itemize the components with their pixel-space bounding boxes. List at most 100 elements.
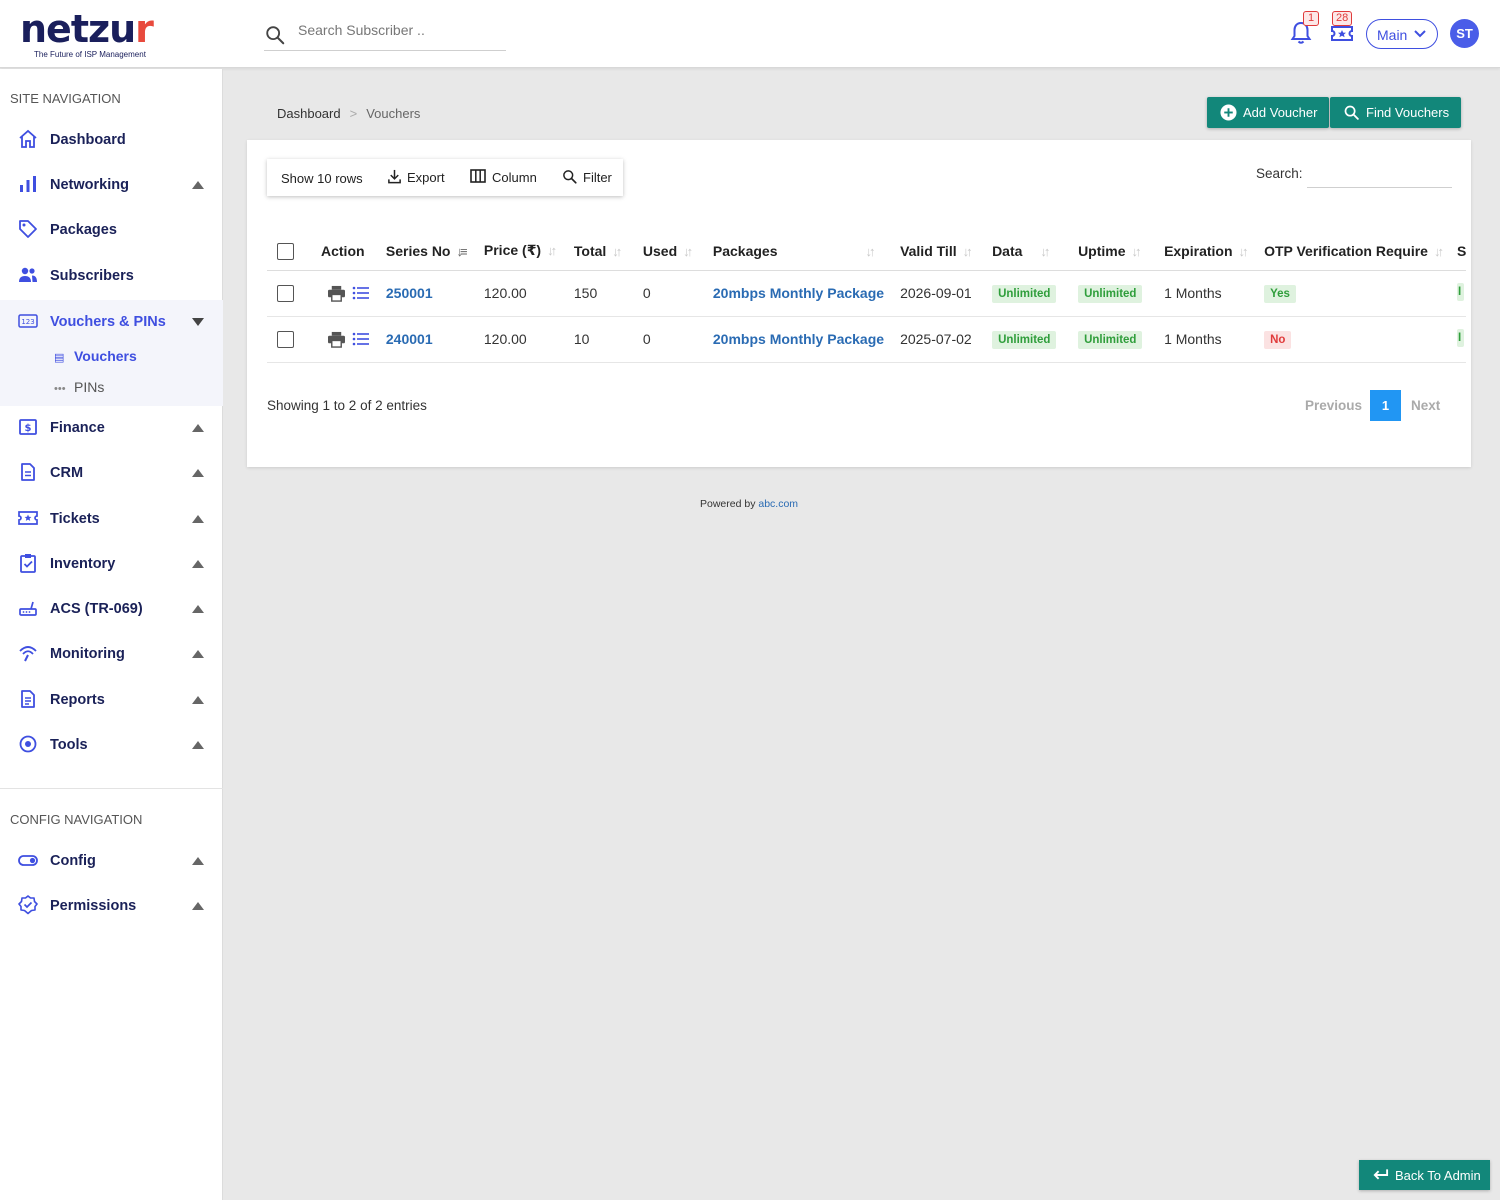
row-checkbox-cell xyxy=(267,316,313,363)
expand-caret-icon xyxy=(192,469,204,477)
location-select[interactable]: Main xyxy=(1366,19,1438,49)
column-header-total[interactable]: Total ↓↑ xyxy=(565,232,635,271)
subscriber-search[interactable] xyxy=(264,20,506,51)
column-button[interactable]: Column xyxy=(470,169,537,185)
sidebar-item-inventory[interactable]: Inventory xyxy=(0,542,223,586)
sidebar-item-reports[interactable]: Reports xyxy=(0,678,223,722)
sort-icon[interactable]: ↓↑ xyxy=(612,244,622,259)
package-link[interactable]: 20mbps Monthly Package xyxy=(704,270,893,317)
powered-by-link[interactable]: abc.com xyxy=(758,498,798,510)
uptime-badge: Unlimited xyxy=(1078,330,1143,349)
site-navigation-heading: SITE NAVIGATION xyxy=(10,91,121,106)
user-avatar[interactable]: ST xyxy=(1450,19,1479,48)
table-toolbar: Show 10 rows Export Column Filter xyxy=(267,159,623,196)
print-icon[interactable] xyxy=(327,331,346,348)
collapse-caret-icon xyxy=(192,318,204,326)
sidebar-subitem-pins[interactable]: ••• PINs xyxy=(54,379,104,395)
sort-desc-icon[interactable]: ↓≡ xyxy=(456,244,467,259)
sidebar-item-tools[interactable]: Tools xyxy=(0,723,223,767)
column-header-uptime[interactable]: Uptime ↓↑ xyxy=(1070,232,1157,271)
pagination-previous[interactable]: Previous xyxy=(1305,398,1362,413)
sidebar-item-tickets[interactable]: Tickets xyxy=(0,497,223,541)
expand-caret-icon xyxy=(192,181,204,189)
select-all-checkbox[interactable] xyxy=(277,242,294,260)
sidebar-item-config[interactable]: Config xyxy=(0,839,223,883)
tickets-count-badge: 28 xyxy=(1332,11,1353,26)
sidebar-item-finance[interactable]: $ Finance xyxy=(0,406,223,450)
find-vouchers-button[interactable]: Find Vouchers xyxy=(1330,97,1462,128)
download-icon xyxy=(388,169,401,184)
column-header-status[interactable]: S xyxy=(1448,232,1467,271)
column-header-price[interactable]: Price (₹) ↓↑ xyxy=(475,232,566,271)
table-search-input[interactable] xyxy=(1307,187,1452,188)
column-header-used[interactable]: Used ↓↑ xyxy=(634,232,705,271)
expand-caret-icon xyxy=(192,741,204,749)
columns-icon xyxy=(470,169,486,183)
expand-caret-icon xyxy=(192,696,204,704)
sort-icon[interactable]: ↓↑ xyxy=(1239,244,1249,259)
list-icon[interactable] xyxy=(352,286,370,300)
column-header-series-no[interactable]: Series No ↓≡ xyxy=(377,232,476,271)
show-rows-button[interactable]: Show 10 rows xyxy=(281,171,363,186)
add-voucher-button[interactable]: Add Voucher xyxy=(1207,97,1330,128)
list-icon[interactable] xyxy=(352,332,370,346)
column-header-valid-till[interactable]: Valid Till ↓↑ xyxy=(892,232,985,271)
sidebar-item-vouchers-pins[interactable]: 123 Vouchers & PINs xyxy=(0,300,223,344)
sort-icon[interactable]: ↓↑ xyxy=(1132,244,1142,259)
back-to-admin-button[interactable]: Back To Admin xyxy=(1359,1160,1490,1190)
sidebar-item-subscribers[interactable]: Subscribers xyxy=(0,254,223,298)
pagination-next[interactable]: Next xyxy=(1411,398,1440,413)
sort-icon[interactable]: ↓↑ xyxy=(963,244,973,259)
series-no-link[interactable]: 250001 xyxy=(377,270,476,317)
search-icon xyxy=(1344,105,1359,120)
row-checkbox[interactable] xyxy=(277,284,294,302)
sidebar-item-networking[interactable]: Networking xyxy=(0,163,223,207)
series-no-link[interactable]: 240001 xyxy=(377,316,476,363)
select-all-checkbox-cell xyxy=(267,232,313,271)
column-header-packages[interactable]: Packages ↓↑ xyxy=(704,232,893,271)
used-cell: 0 xyxy=(634,270,705,317)
router-icon xyxy=(19,601,37,616)
logo-tagline: The Future of ISP Management xyxy=(34,50,146,59)
uptime-badge: Unlimited xyxy=(1078,284,1143,303)
package-link[interactable]: 20mbps Monthly Package xyxy=(704,316,893,363)
document-icon xyxy=(21,463,35,481)
sidebar-subitem-vouchers[interactable]: ▤ Vouchers xyxy=(54,348,137,364)
sort-icon[interactable]: ↓↑ xyxy=(1040,244,1050,259)
status-cell: I xyxy=(1448,270,1467,317)
notifications-button[interactable]: 1 xyxy=(1289,11,1319,46)
search-subscriber-input[interactable] xyxy=(298,22,498,38)
column-header-expiration[interactable]: Expiration ↓↑ xyxy=(1156,232,1257,271)
netzur-logo[interactable]: netzur The Future of ISP Management xyxy=(20,10,160,60)
sidebar-item-monitoring[interactable]: Monitoring xyxy=(0,632,223,676)
breadcrumb-dashboard-link[interactable]: Dashboard xyxy=(277,106,341,121)
sidebar-item-permissions[interactable]: Permissions xyxy=(0,884,223,928)
data-cell: Unlimited xyxy=(984,316,1071,363)
breadcrumb: Dashboard > Vouchers xyxy=(277,106,420,121)
sort-icon[interactable]: ↓↑ xyxy=(1434,244,1444,259)
pagination-page-1[interactable]: 1 xyxy=(1370,390,1401,421)
column-header-otp-verification[interactable]: OTP Verification Require ↓↑ xyxy=(1256,232,1449,271)
table-row: 240001 120.00 10 0 20mbps Monthly Packag… xyxy=(267,316,1467,363)
expiration-cell: 1 Months xyxy=(1156,316,1257,363)
sidebar-item-packages[interactable]: Packages xyxy=(0,208,223,252)
print-icon[interactable] xyxy=(327,285,346,302)
toggle-icon xyxy=(18,855,38,866)
search-icon xyxy=(563,170,577,184)
sort-icon[interactable]: ↓↑ xyxy=(547,243,557,258)
filter-button[interactable]: Filter xyxy=(562,170,612,185)
action-cell xyxy=(313,270,378,317)
sidebar-item-dashboard[interactable]: Dashboard xyxy=(0,118,223,162)
expand-caret-icon xyxy=(192,605,204,613)
sort-icon[interactable]: ↓↑ xyxy=(866,244,876,259)
column-header-data[interactable]: Data ↓↑ xyxy=(984,232,1071,271)
action-cell xyxy=(313,316,378,363)
sidebar-item-crm[interactable]: CRM xyxy=(0,451,223,495)
export-button[interactable]: Export xyxy=(387,169,445,185)
sidebar-item-acs[interactable]: ACS (TR-069) xyxy=(0,587,223,631)
sort-icon[interactable]: ↓↑ xyxy=(683,244,693,259)
status-badge: I xyxy=(1456,328,1464,347)
row-checkbox[interactable] xyxy=(277,330,294,348)
tickets-button[interactable]: 28 xyxy=(1330,11,1356,46)
table-header-row: Action Series No ↓≡ Price (₹) ↓↑ Total ↓↑ U… xyxy=(267,232,1467,271)
